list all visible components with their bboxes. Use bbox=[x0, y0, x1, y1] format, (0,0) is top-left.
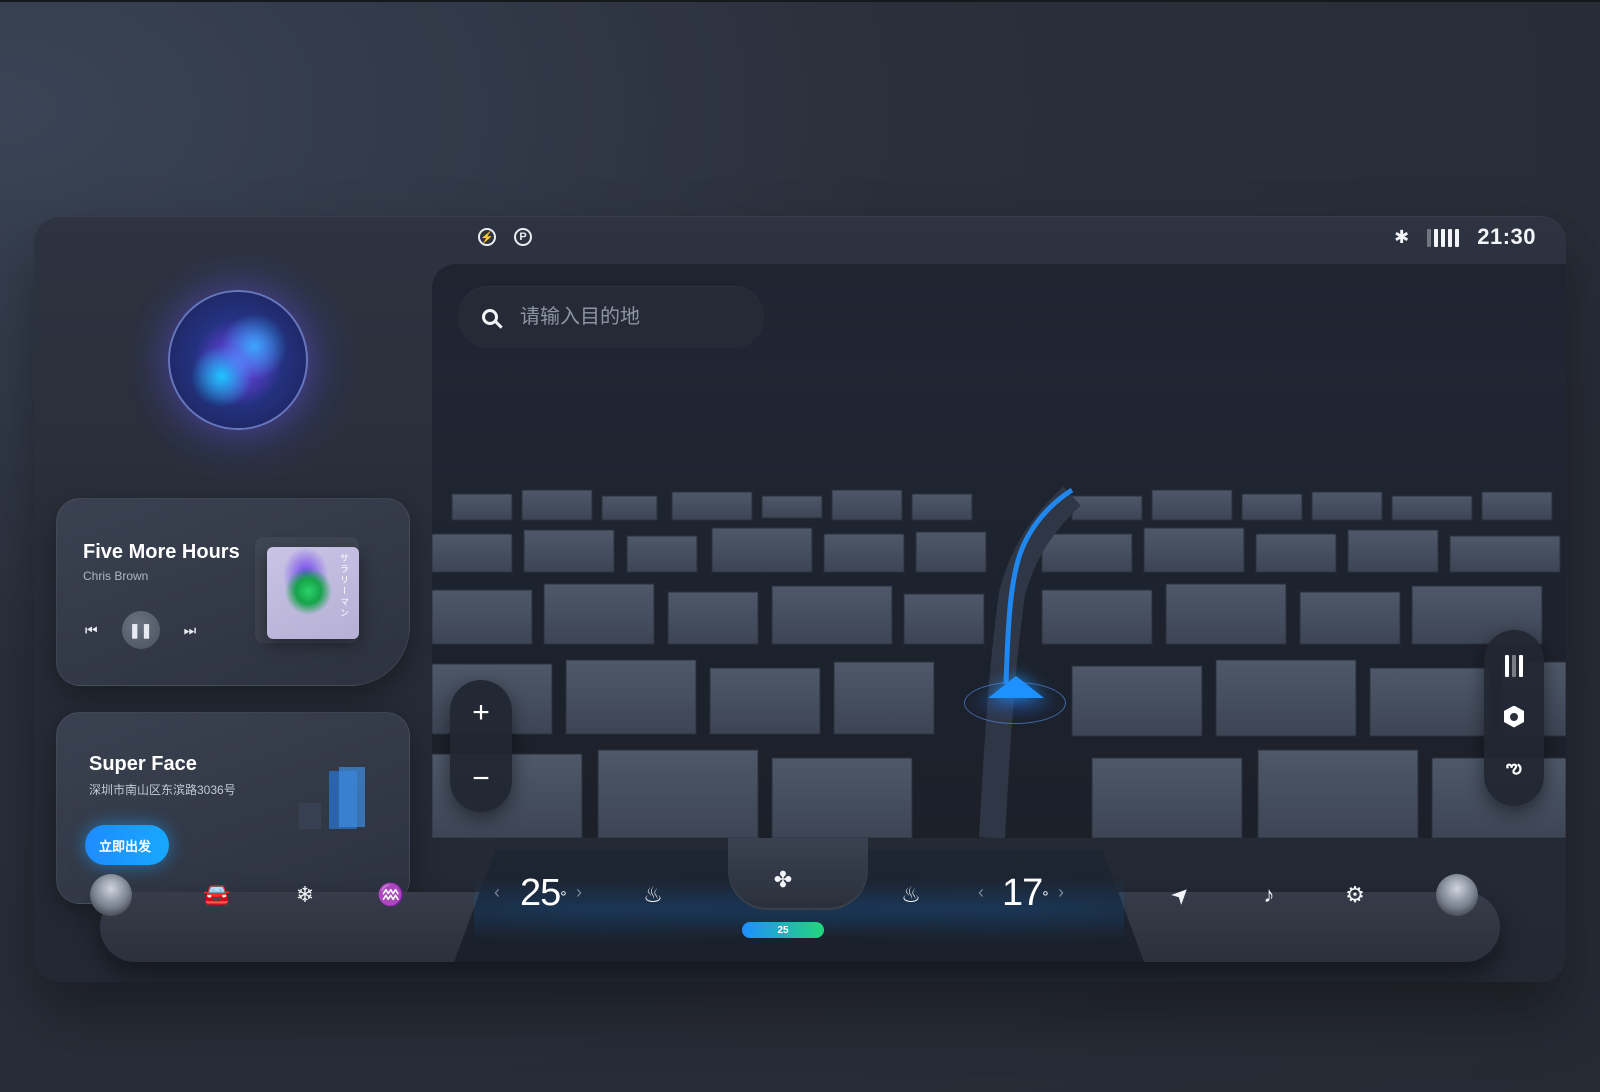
degree-symbol: ° bbox=[1042, 888, 1048, 906]
front-defrost-icon[interactable]: ❄ bbox=[288, 880, 322, 910]
voice-assistant-orb[interactable] bbox=[170, 292, 306, 428]
song-title: Five More Hours bbox=[83, 541, 240, 563]
song-artist: Chris Brown bbox=[83, 569, 149, 583]
fan-level-badge: 25 bbox=[742, 922, 824, 938]
building-illustration bbox=[299, 767, 365, 829]
hexagon-settings-icon[interactable] bbox=[1504, 705, 1524, 728]
city-3d-map bbox=[432, 264, 1566, 838]
next-track-icon[interactable]: ⏭ bbox=[184, 622, 197, 639]
destination-address: 深圳市南山区东滨路3036号 bbox=[89, 783, 236, 797]
left-seat-heat-icon[interactable]: ♨ bbox=[638, 880, 668, 910]
passenger-avatar[interactable] bbox=[1436, 874, 1478, 916]
search-input[interactable] bbox=[518, 304, 742, 330]
parking-icon: P bbox=[514, 228, 532, 246]
destination-search[interactable] bbox=[458, 286, 764, 348]
bluetooth-icon: ✱ bbox=[1394, 226, 1410, 247]
album-cover-text: サラリーマン bbox=[339, 553, 349, 619]
music-card[interactable]: Five More Hours Chris Brown ⏮ ❚❚ ⏭ サラリーマ… bbox=[56, 498, 410, 686]
charging-icon: ⚡ bbox=[478, 228, 496, 246]
map-view[interactable]: + − ఌ bbox=[432, 264, 1566, 838]
search-icon bbox=[482, 309, 498, 325]
dashboard-frame: ⚡ P ✱ 21:30 Five More Hours Chris Brown … bbox=[34, 216, 1566, 982]
music-icon[interactable]: ♪ bbox=[1252, 880, 1286, 910]
degree-symbol: ° bbox=[560, 888, 566, 906]
driver-avatar[interactable] bbox=[90, 874, 132, 916]
left-temperature: 25 ° bbox=[520, 872, 567, 915]
status-right: ✱ 21:30 bbox=[1394, 224, 1536, 250]
playback-controls: ⏮ ❚❚ ⏭ bbox=[85, 611, 196, 649]
car-icon[interactable]: 🚘 bbox=[200, 880, 234, 910]
right-temp-increase[interactable]: › bbox=[1058, 882, 1064, 903]
right-seat-heat-icon[interactable]: ♨ bbox=[896, 880, 926, 910]
right-temperature: 17 ° bbox=[1002, 872, 1049, 915]
pause-button[interactable]: ❚❚ bbox=[121, 611, 160, 649]
rear-defrost-icon[interactable]: ♒ bbox=[374, 880, 408, 910]
settings-icon[interactable]: ⚙ bbox=[1338, 880, 1372, 910]
fan-bump bbox=[728, 838, 868, 910]
start-navigation-button[interactable]: 立即出发 bbox=[85, 825, 169, 865]
zoom-in-button[interactable]: + bbox=[450, 680, 512, 746]
map-side-toolbar: ఌ bbox=[1484, 630, 1544, 806]
left-temp-increase[interactable]: › bbox=[576, 882, 582, 903]
layers-icon[interactable] bbox=[1505, 654, 1523, 677]
album-cover: サラリーマン bbox=[267, 547, 359, 639]
route-icon[interactable]: ఌ bbox=[1506, 757, 1522, 782]
top-border bbox=[0, 0, 1600, 2]
clock: 21:30 bbox=[1477, 224, 1536, 249]
right-temperature-value: 17 bbox=[1002, 872, 1043, 914]
navigation-arrow-icon bbox=[988, 676, 1044, 698]
zoom-out-button[interactable]: − bbox=[450, 746, 512, 812]
status-left: ⚡ P bbox=[478, 228, 532, 246]
left-temperature-value: 25 bbox=[520, 872, 561, 914]
previous-track-icon[interactable]: ⏮ bbox=[85, 622, 98, 639]
signal-icon bbox=[1427, 227, 1460, 247]
destination-title: Super Face bbox=[89, 753, 197, 775]
right-temp-decrease[interactable]: ‹ bbox=[978, 882, 984, 903]
fan-icon[interactable]: ✤ bbox=[770, 866, 796, 894]
zoom-controls: + − bbox=[450, 680, 512, 812]
left-temp-decrease[interactable]: ‹ bbox=[494, 882, 500, 903]
